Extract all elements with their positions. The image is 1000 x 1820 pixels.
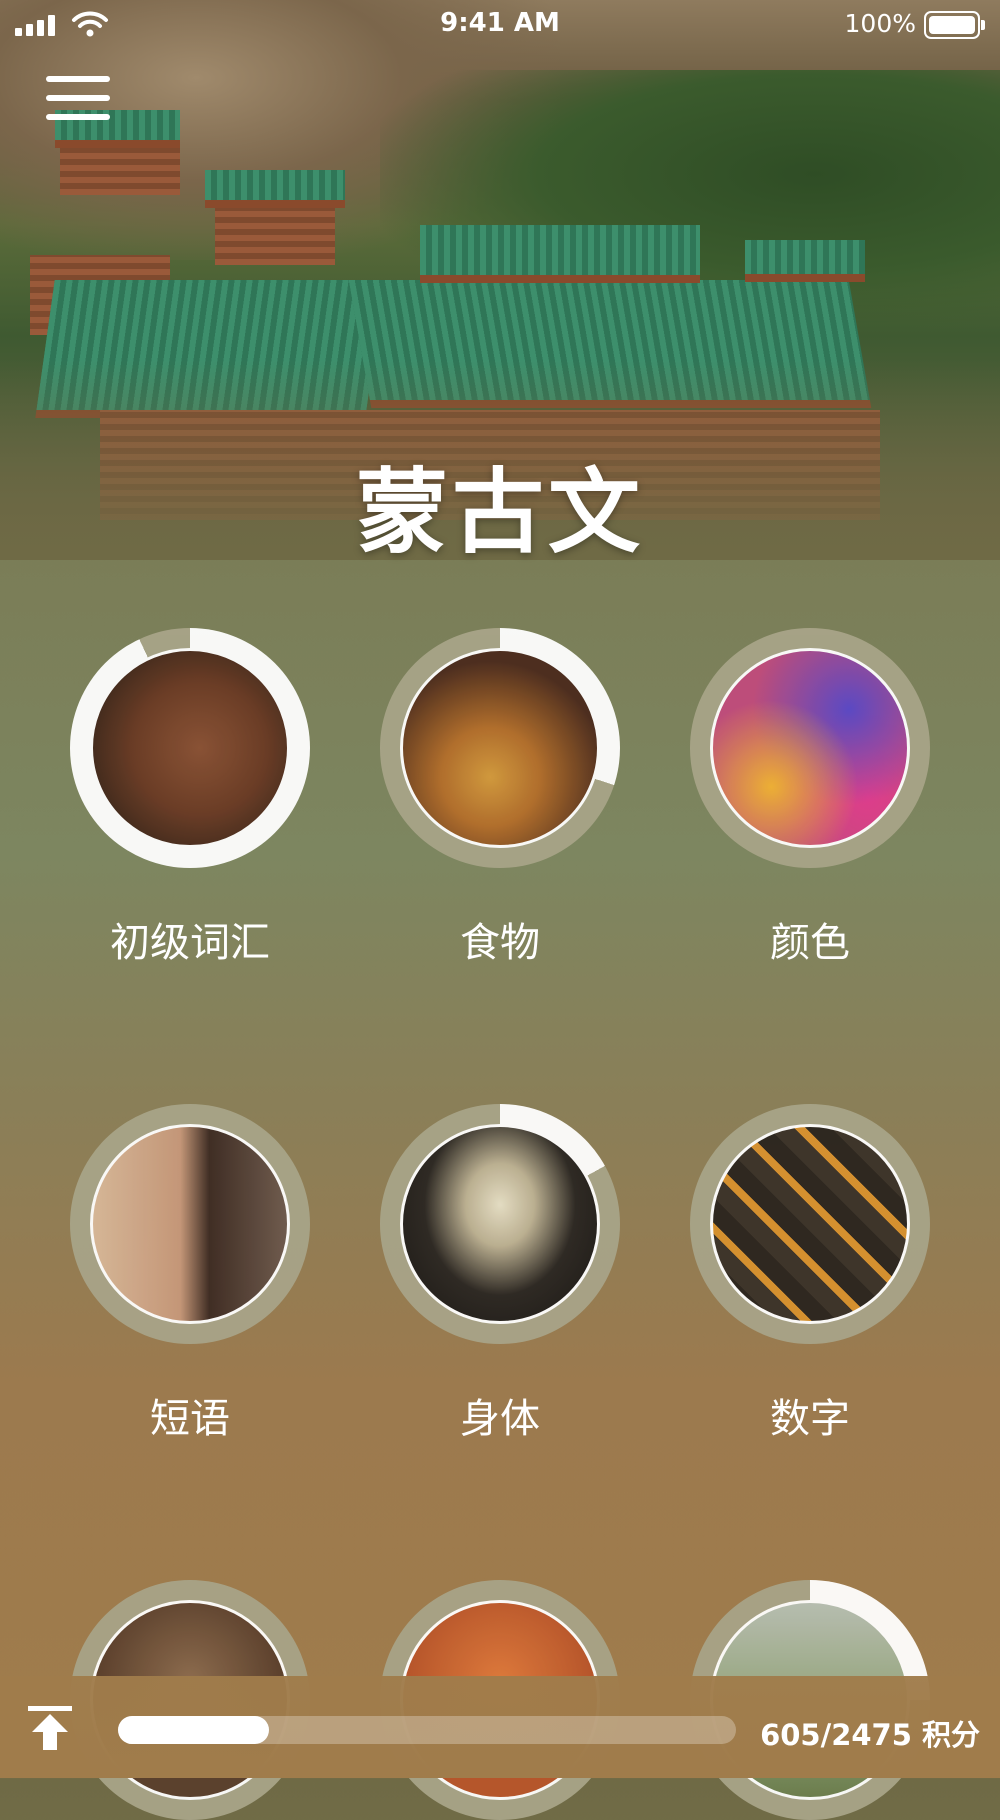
topic-card-colors[interactable]: 颜色 xyxy=(660,628,960,968)
topic-card-basic-vocabulary[interactable]: 初级词汇 xyxy=(40,628,340,968)
child-face-image xyxy=(90,648,290,848)
topic-label: 身体 xyxy=(460,1396,540,1442)
hero-roof xyxy=(745,240,865,282)
menu-icon[interactable] xyxy=(46,76,110,124)
hero-roof xyxy=(205,170,345,208)
topic-progress-ring[interactable] xyxy=(70,628,310,868)
topic-label: 短语 xyxy=(150,1396,230,1442)
battery-icon xyxy=(924,11,985,39)
topic-progress-ring[interactable] xyxy=(380,628,620,868)
upload-icon[interactable] xyxy=(26,1704,74,1752)
topic-card-numbers[interactable]: 数字 xyxy=(660,1104,960,1444)
topic-card-food[interactable]: 食物 xyxy=(350,628,650,968)
score-text: 605/2475 积分 xyxy=(760,1718,980,1752)
page-title: 蒙古文 xyxy=(355,459,644,566)
topic-label: 食物 xyxy=(460,920,540,966)
food-image xyxy=(400,648,600,848)
score-progress-fill xyxy=(118,1716,269,1744)
skeleton-image xyxy=(400,1124,600,1324)
score-progress-bar xyxy=(118,1716,736,1744)
topic-progress-ring[interactable] xyxy=(380,1104,620,1344)
topic-progress-ring[interactable] xyxy=(690,1104,930,1344)
topic-progress-ring[interactable] xyxy=(690,628,930,868)
hero-roof xyxy=(420,225,700,283)
topic-progress-ring[interactable] xyxy=(70,1104,310,1344)
status-bar: 9:41 AM 100% xyxy=(0,0,1000,50)
topic-label: 数字 xyxy=(770,1396,850,1442)
numbers-image xyxy=(710,1124,910,1324)
topic-label: 初级词汇 xyxy=(110,920,270,966)
color-powder-image xyxy=(710,648,910,848)
topic-card-body[interactable]: 身体 xyxy=(350,1104,650,1444)
people-image xyxy=(90,1124,290,1324)
battery-percent: 100% xyxy=(844,9,916,38)
topic-label: 颜色 xyxy=(770,920,850,966)
topic-card-phrases[interactable]: 短语 xyxy=(40,1104,340,1444)
